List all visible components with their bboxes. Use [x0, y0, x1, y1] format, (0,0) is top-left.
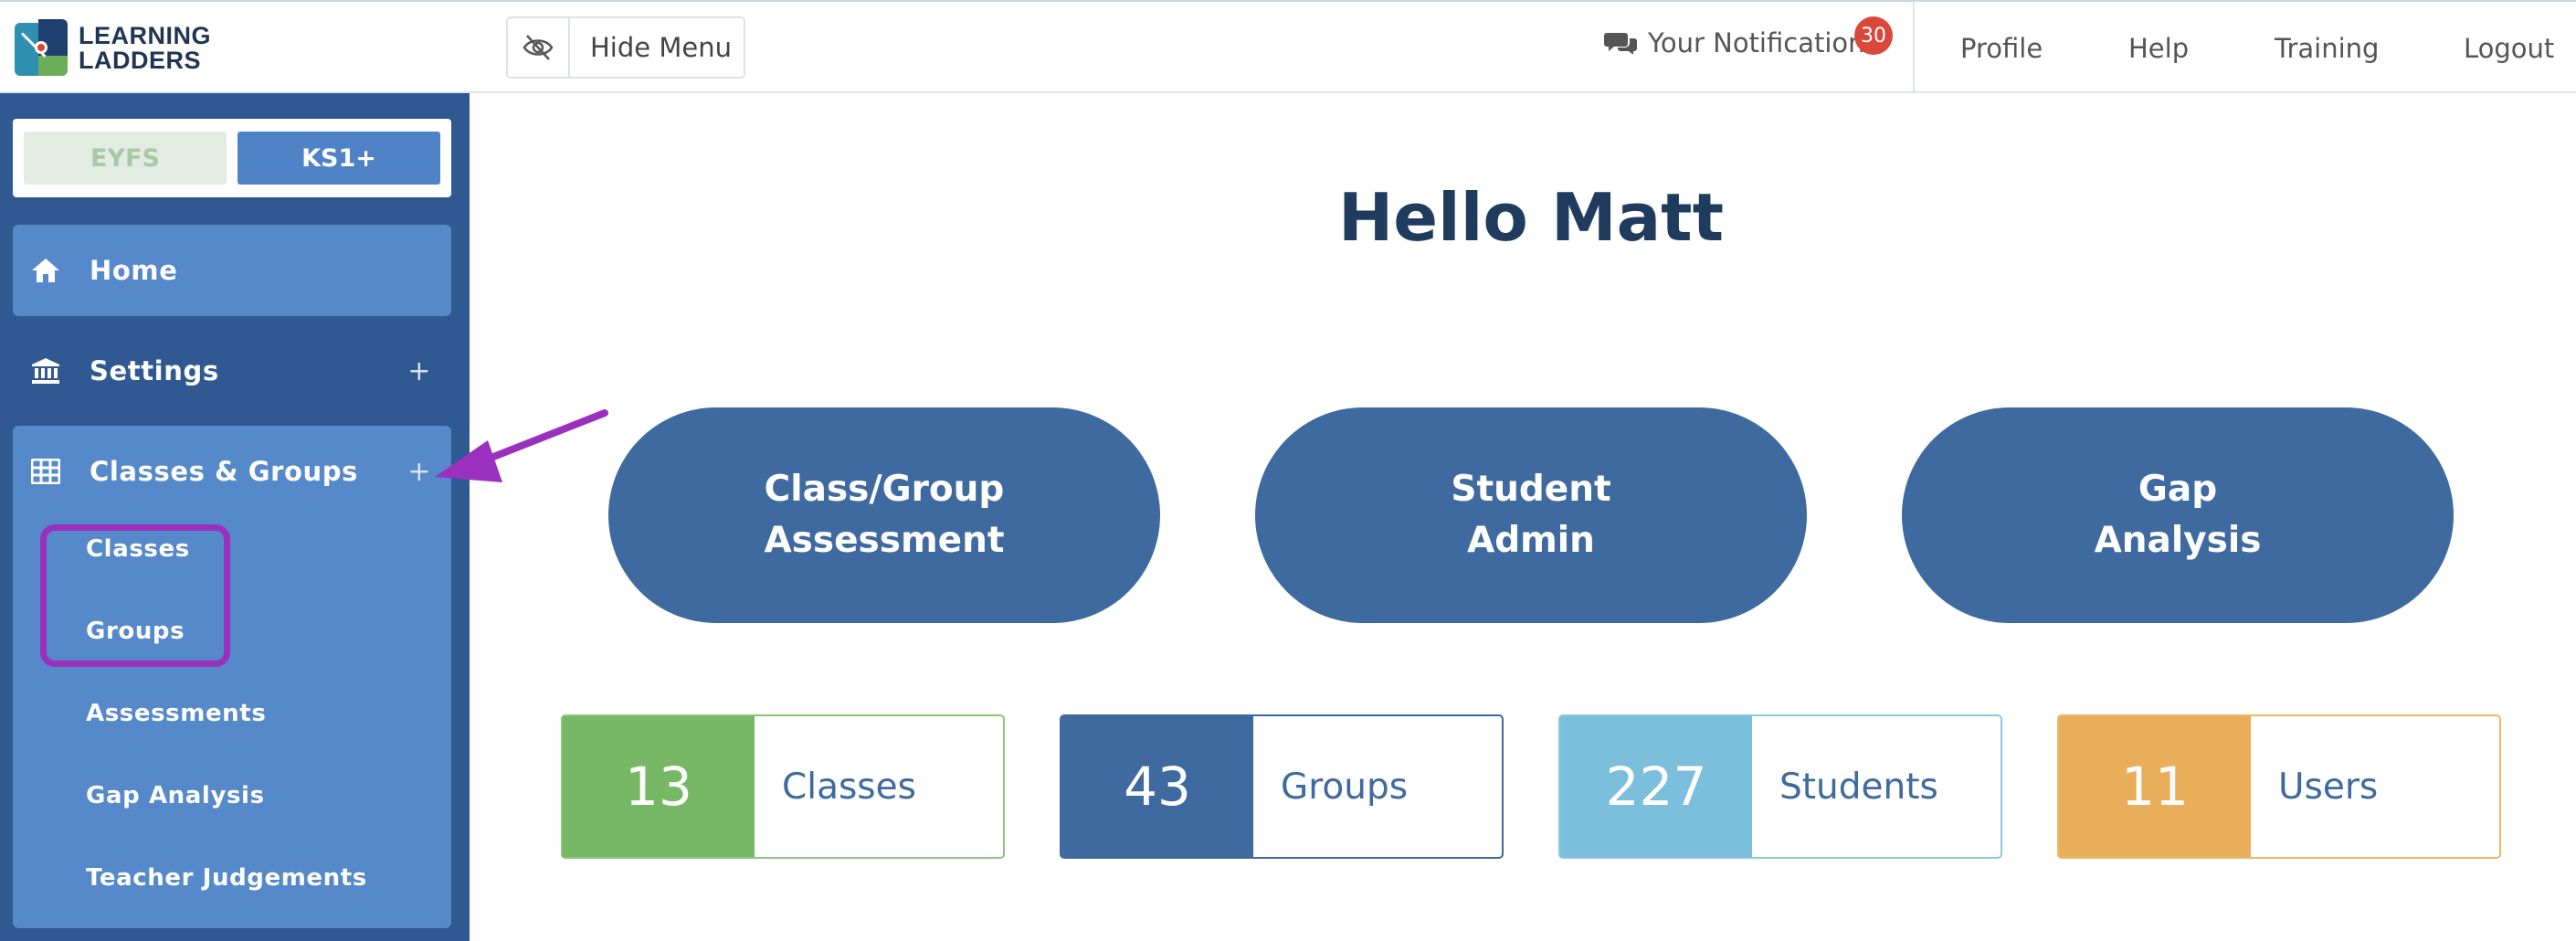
- classes-groups-header[interactable]: Classes & Groups +: [13, 426, 451, 517]
- logo-text: LEARNING LADDERS: [79, 24, 211, 73]
- stage-ks1-button[interactable]: KS1+: [238, 132, 440, 185]
- stat-value: 11: [2059, 716, 2251, 857]
- header-divider: [1913, 2, 1915, 93]
- hide-menu-label: Hide Menu: [590, 32, 732, 63]
- notifications-label: Your Notifications: [1648, 27, 1879, 58]
- sidebar-item-label: Classes & Groups: [90, 456, 359, 487]
- chat-bubbles-icon: [1604, 29, 1639, 57]
- student-admin-button[interactable]: Student Admin: [1255, 407, 1807, 623]
- help-link[interactable]: Help: [2128, 33, 2189, 64]
- pill-line: Gap: [2138, 469, 2218, 510]
- stage-switcher: EYFS KS1+: [13, 119, 451, 197]
- sidebar-subitem-assessments[interactable]: Assessments: [86, 700, 266, 727]
- logout-link[interactable]: Logout: [2464, 33, 2554, 64]
- sidebar-subitem-gap-analysis[interactable]: Gap Analysis: [86, 782, 265, 809]
- notifications-count-badge: 30: [1854, 16, 1893, 55]
- pill-line: Student: [1451, 469, 1611, 510]
- logo[interactable]: LEARNING LADDERS: [15, 18, 211, 79]
- stat-card-classes[interactable]: 13 Classes: [561, 714, 1005, 859]
- notifications-link[interactable]: Your Notifications 30: [1604, 16, 1893, 58]
- class-group-assessment-button[interactable]: Class/Group Assessment: [608, 407, 1160, 623]
- hide-menu-button[interactable]: Hide Menu: [506, 16, 745, 79]
- pill-line: Assessment: [764, 520, 1005, 561]
- stat-card-groups[interactable]: 43 Groups: [1060, 714, 1504, 859]
- pill-line: Analysis: [2094, 520, 2262, 561]
- sidebar-item-label: Home: [90, 255, 178, 286]
- stat-card-users[interactable]: 11 Users: [2057, 714, 2501, 859]
- learning-ladders-logo-icon: [15, 19, 69, 78]
- table-grid-icon: [29, 459, 62, 484]
- profile-link[interactable]: Profile: [1960, 33, 2043, 64]
- expand-classes-groups-icon[interactable]: +: [407, 456, 431, 488]
- highlight-annotation-box: [40, 524, 230, 667]
- app-page: LEARNING LADDERS Hide Menu Your Notifica…: [0, 0, 2576, 941]
- eye-slash-icon: [508, 18, 570, 77]
- stat-label: Classes: [782, 766, 916, 808]
- sidebar-item-classes-groups: Classes & Groups + Classes Groups Assess…: [13, 426, 451, 928]
- stat-card-students[interactable]: 227 Students: [1558, 714, 2002, 859]
- stat-label: Students: [1779, 766, 1938, 808]
- sidebar-subitem-teacher-judgements[interactable]: Teacher Judgements: [86, 864, 367, 892]
- stat-value: 227: [1560, 716, 1752, 857]
- stage-eyfs-button[interactable]: EYFS: [24, 132, 227, 185]
- training-link[interactable]: Training: [2275, 33, 2379, 64]
- sidebar: EYFS KS1+ Home Settings + Classes & Grou…: [0, 93, 470, 941]
- sidebar-item-settings[interactable]: Settings +: [13, 325, 451, 417]
- stat-label: Groups: [1281, 766, 1409, 808]
- institution-icon: [29, 357, 62, 385]
- sidebar-item-home[interactable]: Home: [13, 225, 451, 316]
- top-bar: LEARNING LADDERS Hide Menu Your Notifica…: [0, 0, 2576, 93]
- sidebar-item-label: Settings: [90, 355, 219, 386]
- pill-line: Admin: [1467, 520, 1595, 561]
- gap-analysis-button[interactable]: Gap Analysis: [1902, 407, 2454, 623]
- stat-value: 43: [1061, 716, 1253, 857]
- logo-line-2: LADDERS: [79, 47, 202, 74]
- stat-label: Users: [2278, 766, 2379, 808]
- logo-line-1: LEARNING: [79, 22, 211, 49]
- page-title: Hello Matt: [1337, 179, 1725, 256]
- stat-value: 13: [563, 716, 755, 857]
- home-icon: [29, 257, 62, 284]
- expand-settings-icon[interactable]: +: [407, 355, 431, 387]
- pill-line: Class/Group: [764, 469, 1005, 510]
